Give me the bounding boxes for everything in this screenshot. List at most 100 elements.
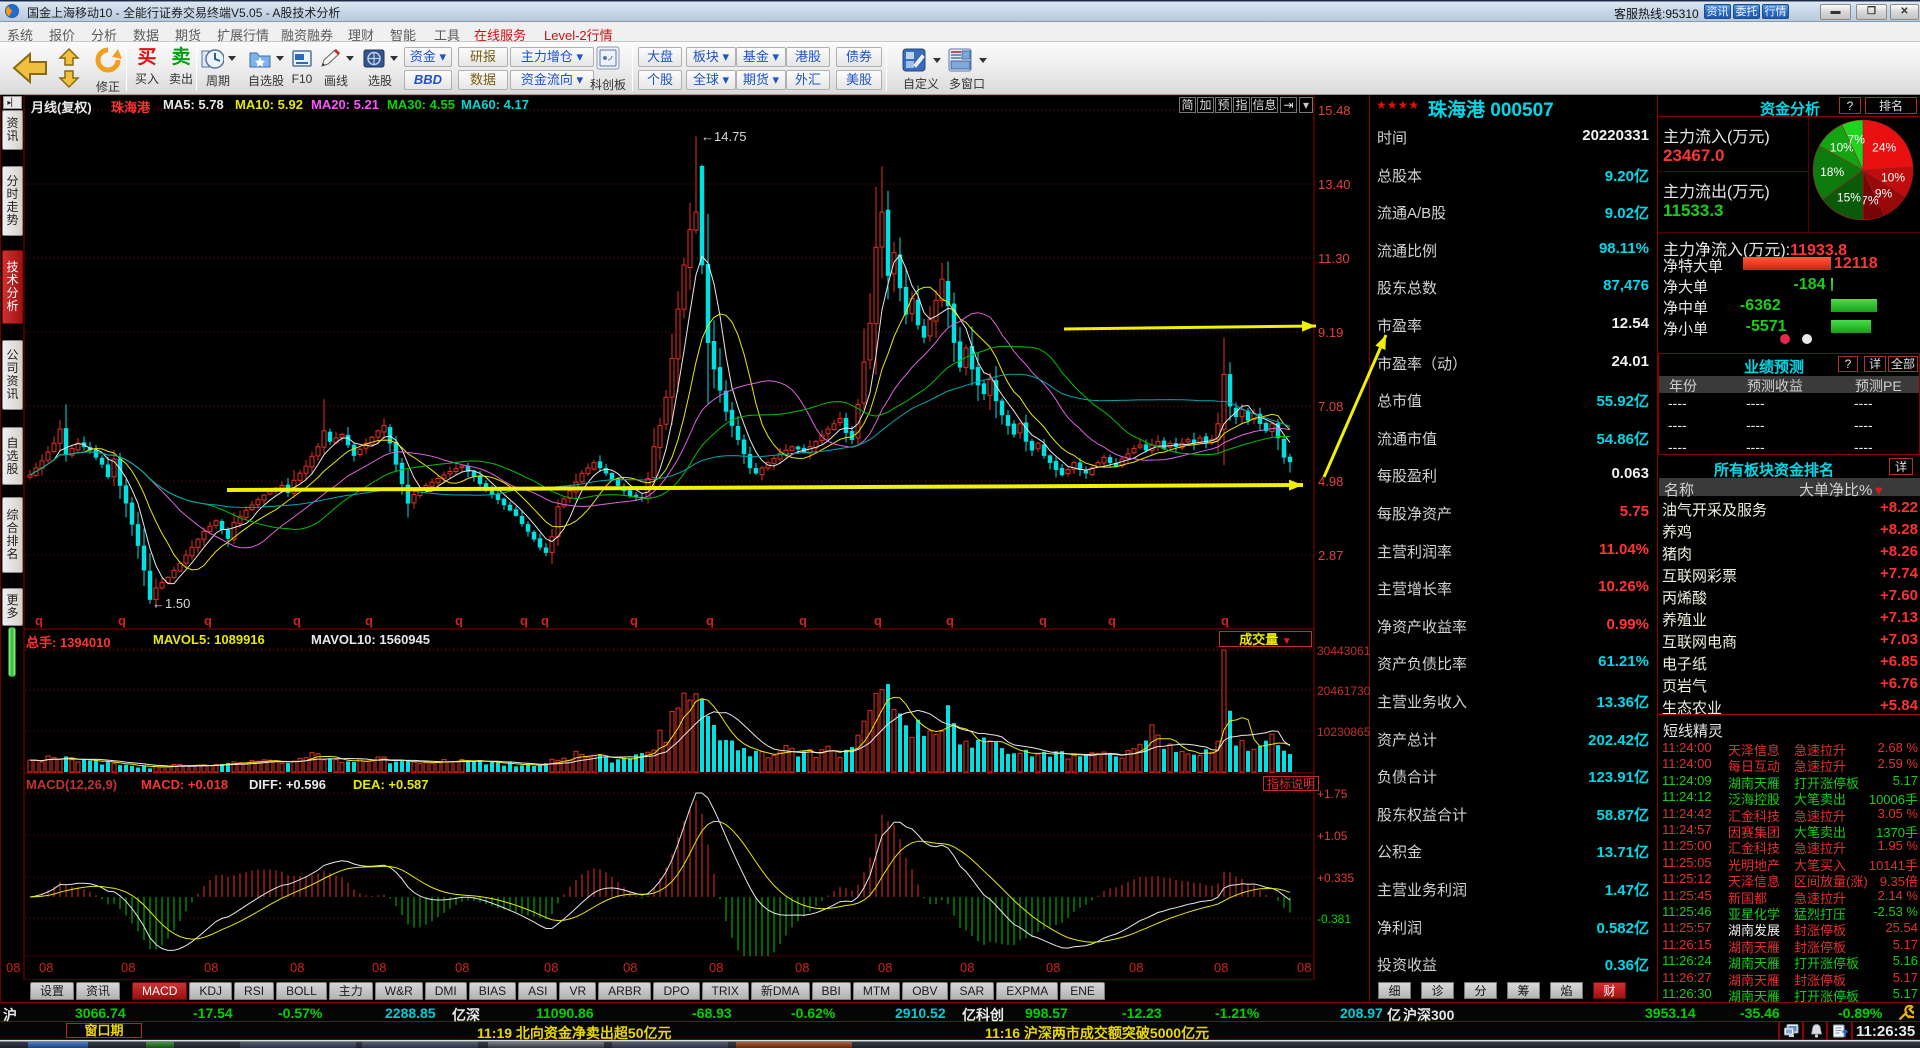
- taskbar-window-button[interactable]: [488, 1042, 604, 1048]
- forecast-button-详[interactable]: 详: [1864, 356, 1886, 372]
- sidebar-item-分时走势[interactable]: 分时走势: [2, 166, 23, 236]
- revise-button[interactable]: 修正: [88, 45, 128, 94]
- titlebar-button-资讯[interactable]: 资讯: [1704, 4, 1731, 19]
- indicator-tab-MACD[interactable]: MACD: [132, 982, 188, 1000]
- indicator-tab-设置[interactable]: 设置: [30, 982, 75, 1000]
- titlebar-button-委托[interactable]: 委托: [1733, 4, 1760, 19]
- toolbar-button-港股[interactable]: 港股: [786, 47, 830, 67]
- taskbar-app-icon[interactable]: [28, 1042, 88, 1048]
- message-icon[interactable]: [1833, 1024, 1848, 1038]
- up-button[interactable]: [57, 47, 81, 67]
- sidebar-item-自选股[interactable]: 自选股: [2, 427, 23, 485]
- indicator-tab-ARBR[interactable]: ARBR: [598, 982, 652, 1000]
- toolbar-button-画线[interactable]: 画线: [316, 45, 356, 92]
- indicator-tab-DMI[interactable]: DMI: [424, 982, 467, 1000]
- chart-next-icon[interactable]: ⇥: [1280, 97, 1297, 113]
- sidebar-collapse-icon[interactable]: ▸▏: [3, 96, 22, 109]
- buy-button[interactable]: 买买入: [132, 46, 162, 92]
- stock-mini-tab-筹[interactable]: 筹: [1507, 982, 1540, 999]
- taskbar-window-button[interactable]: [362, 1042, 478, 1048]
- indicator-tab-OBV[interactable]: OBV: [902, 982, 948, 1000]
- toolbar-button-全球[interactable]: 全球 ▾: [686, 70, 736, 90]
- down-button[interactable]: [57, 69, 81, 89]
- stock-mini-tab-财[interactable]: 财: [1593, 982, 1626, 999]
- forecast-button-全部[interactable]: 全部: [1888, 356, 1918, 372]
- indicator-tab-ASI[interactable]: ASI: [518, 982, 558, 1000]
- settings-wrench-icon[interactable]: [1898, 1005, 1914, 1021]
- stock-mini-tab-细[interactable]: 细: [1378, 982, 1411, 999]
- volume-indicator-dropdown[interactable]: 成交量 ▼: [1219, 631, 1312, 647]
- pager-dot[interactable]: [1802, 334, 1812, 344]
- indicator-tab-资讯[interactable]: 资讯: [76, 982, 121, 1000]
- indicator-tab-ENE[interactable]: ENE: [1060, 982, 1105, 1000]
- indicator-tab-SAR[interactable]: SAR: [949, 982, 995, 1000]
- toolbar-button-板块[interactable]: 板块 ▾: [686, 47, 736, 67]
- indicator-tab-W&R[interactable]: W&R: [374, 982, 423, 1000]
- fund-rank-button[interactable]: 排名: [1865, 97, 1917, 114]
- bell-icon[interactable]: [1810, 1024, 1823, 1038]
- sidebar-item-综合排名[interactable]: 综合排名: [2, 497, 23, 573]
- sector-detail-button[interactable]: 详: [1889, 458, 1913, 475]
- restore-button[interactable]: ❐: [1856, 4, 1887, 20]
- toolbar-button-F10[interactable]: F10: [290, 45, 314, 92]
- pager-dot[interactable]: [1780, 334, 1790, 344]
- sidebar-item-更多[interactable]: 更多: [2, 588, 23, 626]
- indicator-tab-EXPMA[interactable]: EXPMA: [996, 982, 1059, 1000]
- toolbar-button-BBD[interactable]: BBD: [404, 70, 452, 90]
- indicator-tab-DPO[interactable]: DPO: [653, 982, 700, 1000]
- toolbar-button-期货[interactable]: 期货 ▾: [736, 70, 786, 90]
- toolbar-button-主力增仓[interactable]: 主力增仓 ▾: [510, 47, 594, 67]
- toolbar-button-外汇[interactable]: 外汇: [786, 70, 830, 90]
- fund-help-button[interactable]: ?: [1839, 97, 1861, 114]
- minimize-button[interactable]: ▬: [1820, 4, 1851, 20]
- taskbar-window-button[interactable]: [240, 1042, 356, 1048]
- sidebar-scrollbar-thumb[interactable]: [8, 627, 16, 677]
- toolbar-button-基金[interactable]: 基金 ▾: [736, 47, 786, 67]
- chart-button-预[interactable]: 预: [1215, 97, 1232, 113]
- titlebar-button-行情[interactable]: 行情: [1762, 4, 1789, 19]
- indicator-tab-VR[interactable]: VR: [559, 982, 597, 1000]
- chart-dropdown-icon[interactable]: ▾: [1299, 97, 1313, 113]
- toolbar-button-资金流向[interactable]: 资金流向 ▾: [510, 70, 594, 90]
- toolbar-button-个股[interactable]: 个股: [638, 70, 682, 90]
- toolbar-button-科创板[interactable]: 科创板: [584, 45, 632, 92]
- toolbar-button-债券[interactable]: 债券: [836, 47, 882, 67]
- sidebar-item-资讯[interactable]: 资讯: [2, 110, 23, 150]
- toolbar-button-周期[interactable]: 周期: [198, 45, 238, 92]
- indicator-tab-BOLL[interactable]: BOLL: [276, 982, 327, 1000]
- indicator-tab-RSI[interactable]: RSI: [234, 982, 275, 1000]
- windows-taskbar[interactable]: [0, 1040, 1920, 1048]
- sidebar-item-公司资讯[interactable]: 公司资讯: [2, 340, 23, 410]
- toolbar-button-大盘[interactable]: 大盘: [638, 47, 682, 67]
- indicator-help-button[interactable]: 指标说明: [1263, 776, 1319, 791]
- stock-mini-tab-分[interactable]: 分: [1464, 982, 1497, 999]
- chart-button-指[interactable]: 指: [1233, 97, 1250, 113]
- sidebar-item-技术分析[interactable]: 技术分析: [2, 250, 23, 324]
- stock-mini-tab-焰[interactable]: 焰: [1550, 982, 1583, 999]
- monitor-icon[interactable]: [1784, 1024, 1799, 1038]
- forecast-button-?[interactable]: ?: [1838, 356, 1858, 372]
- stock-mini-tab-诊[interactable]: 诊: [1421, 982, 1454, 999]
- sell-button[interactable]: 卖卖出: [166, 46, 196, 92]
- taskbar-window-button[interactable]: [612, 1042, 728, 1048]
- indicator-tab-TRIX[interactable]: TRIX: [701, 982, 749, 1000]
- taskbar-app-icon[interactable]: [146, 1042, 174, 1048]
- chart-button-加[interactable]: 加: [1197, 97, 1214, 113]
- taskbar-window-button[interactable]: [736, 1042, 852, 1048]
- toolbar-button-研报[interactable]: 研报: [458, 47, 508, 67]
- indicator-tab-BIAS[interactable]: BIAS: [468, 982, 517, 1000]
- toolbar-button-多窗口[interactable]: 多窗口: [938, 45, 996, 92]
- chart-button-信息[interactable]: 信息: [1251, 97, 1278, 113]
- chart-button-简[interactable]: 简: [1179, 97, 1196, 113]
- indicator-tab-BBI[interactable]: BBI: [811, 982, 851, 1000]
- indicator-tab-新DMA[interactable]: 新DMA: [750, 982, 810, 1000]
- close-button[interactable]: ✕: [1890, 4, 1919, 20]
- toolbar-button-选股[interactable]: 选股: [360, 45, 400, 92]
- toolbar-button-自选股[interactable]: 自选股: [244, 45, 288, 92]
- toolbar-button-数据[interactable]: 数据: [458, 70, 508, 90]
- back-button[interactable]: [8, 46, 52, 90]
- toolbar-button-美股[interactable]: 美股: [836, 70, 882, 90]
- toolbar-button-资金[interactable]: 资金 ▾: [404, 47, 452, 67]
- indicator-tab-KDJ[interactable]: KDJ: [189, 982, 233, 1000]
- indicator-tab-主力[interactable]: 主力: [328, 982, 373, 1000]
